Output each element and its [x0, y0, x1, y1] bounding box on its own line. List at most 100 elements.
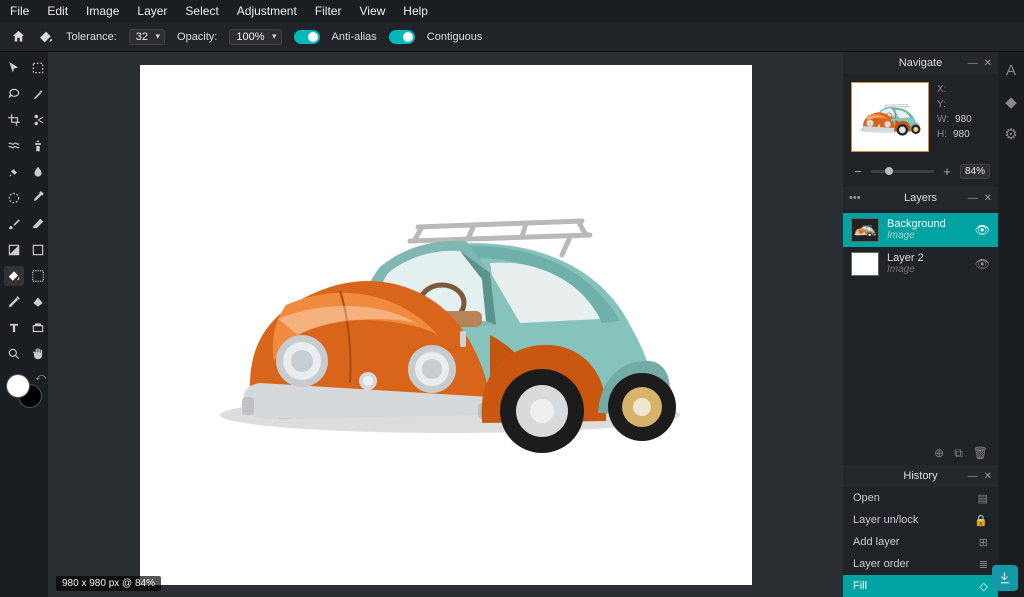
- canvas[interactable]: [140, 65, 752, 585]
- text-tool[interactable]: [4, 318, 24, 338]
- menu-bar: File Edit Image Layer Select Adjustment …: [0, 0, 1024, 22]
- tolerance-input[interactable]: 32: [129, 29, 165, 45]
- menu-select[interactable]: Select: [185, 4, 218, 18]
- adjust-panel-icon[interactable]: ⚙: [1004, 125, 1017, 143]
- hand-alt-tool[interactable]: [28, 318, 48, 338]
- layer-thumbnail: [851, 218, 879, 242]
- fill-tool-icon[interactable]: [38, 29, 54, 45]
- download-button[interactable]: [992, 565, 1018, 591]
- navigate-title: Navigate: [899, 57, 942, 69]
- zoom-in-button[interactable]: +: [940, 165, 954, 179]
- navigate-thumbnail[interactable]: [851, 82, 929, 152]
- menu-filter[interactable]: Filter: [315, 4, 342, 18]
- blur-tool[interactable]: [28, 162, 48, 182]
- wand-tool[interactable]: [28, 84, 48, 104]
- zoom-value[interactable]: 84%: [960, 164, 990, 179]
- liquify-tool[interactable]: [4, 136, 24, 156]
- history-item[interactable]: Add layer⊞: [843, 531, 998, 553]
- layer-row[interactable]: BackgroundImage 👁: [843, 213, 998, 247]
- layer-thumbnail: [851, 252, 879, 276]
- pen-tool[interactable]: [4, 292, 24, 312]
- canvas-area[interactable]: 980 x 980 px @ 84%: [48, 52, 843, 597]
- layer-type: Image: [887, 230, 967, 242]
- foreground-swatch[interactable]: [6, 374, 30, 398]
- lasso-tool[interactable]: [4, 84, 24, 104]
- history-header[interactable]: History — ✕: [843, 465, 998, 487]
- pan-tool[interactable]: [28, 344, 48, 364]
- cutout-tool[interactable]: [28, 110, 48, 130]
- gradient-tool[interactable]: [4, 240, 24, 260]
- history-title: History: [903, 470, 937, 482]
- contiguous-label: Contiguous: [427, 31, 483, 43]
- menu-file[interactable]: File: [10, 4, 29, 18]
- layers-title: Layers: [904, 192, 937, 204]
- draw-tool[interactable]: [28, 266, 48, 286]
- history-item[interactable]: Layer un/lock🔒: [843, 509, 998, 531]
- close-icon[interactable]: ✕: [984, 58, 992, 69]
- add-layer-icon[interactable]: ⊕: [934, 446, 944, 460]
- layers-panel-icon[interactable]: ◆: [1005, 93, 1017, 111]
- menu-layer[interactable]: Layer: [137, 4, 167, 18]
- menu-adjustment[interactable]: Adjustment: [237, 4, 297, 18]
- move-tool[interactable]: [4, 58, 24, 78]
- minimize-icon[interactable]: —: [968, 58, 978, 69]
- visibility-icon[interactable]: 👁: [975, 257, 990, 271]
- history-panel: Open▤ Layer un/lock🔒 Add layer⊞ Layer or…: [843, 487, 998, 597]
- brush-tool[interactable]: [4, 214, 24, 234]
- visibility-icon[interactable]: 👁: [975, 223, 990, 237]
- zoom-controls: − + 84%: [843, 160, 998, 187]
- antialias-toggle[interactable]: [294, 30, 320, 44]
- history-item[interactable]: Open▤: [843, 487, 998, 509]
- close-icon[interactable]: ✕: [984, 193, 992, 204]
- menu-view[interactable]: View: [359, 4, 385, 18]
- color-replace-tool[interactable]: [4, 188, 24, 208]
- clone-tool[interactable]: [28, 136, 48, 156]
- page-icon: ▤: [978, 492, 988, 505]
- plus-square-icon: ⊞: [979, 536, 988, 549]
- contiguous-toggle[interactable]: [389, 30, 415, 44]
- eyedropper-tool[interactable]: [28, 188, 48, 208]
- navigate-dimensions: X: Y: W:980 H:980: [937, 82, 972, 152]
- right-panels: Navigate — ✕ X: Y: W:980 H:980 − + 84%: [843, 52, 998, 597]
- history-item[interactable]: Fill◇: [843, 575, 998, 597]
- zoom-slider[interactable]: [871, 170, 934, 173]
- layers-panel: BackgroundImage 👁 Layer 2Image 👁: [843, 209, 998, 285]
- lock-icon: 🔒: [974, 514, 988, 527]
- text-panel-icon[interactable]: A: [1006, 62, 1016, 79]
- menu-edit[interactable]: Edit: [47, 4, 68, 18]
- history-item[interactable]: Layer order≣: [843, 553, 998, 575]
- zoom-tool[interactable]: [4, 344, 24, 364]
- layers-menu-icon[interactable]: •••: [849, 192, 861, 204]
- minimize-icon[interactable]: —: [968, 471, 978, 482]
- eraser-tool[interactable]: [28, 214, 48, 234]
- menu-image[interactable]: Image: [86, 4, 119, 18]
- right-tab-strip: A ◆ ⚙: [998, 52, 1024, 597]
- delete-layer-icon[interactable]: 🗑: [973, 446, 988, 460]
- marquee-tool[interactable]: [28, 58, 48, 78]
- layer-row[interactable]: Layer 2Image 👁: [843, 247, 998, 281]
- stack-icon: ≣: [979, 558, 988, 571]
- navigate-header[interactable]: Navigate — ✕: [843, 52, 998, 74]
- antialias-label: Anti-alias: [332, 31, 377, 43]
- color-swatches[interactable]: ⤺: [4, 374, 48, 408]
- canvas-status: 980 x 980 px @ 84%: [56, 576, 161, 591]
- layers-header[interactable]: ••• Layers — ✕: [843, 187, 998, 209]
- layers-footer: ⊕ ⧉ 🗑: [843, 441, 998, 465]
- navigate-panel: X: Y: W:980 H:980: [843, 74, 998, 160]
- bucket-icon: ◇: [980, 580, 988, 593]
- minimize-icon[interactable]: —: [968, 193, 978, 204]
- duplicate-layer-icon[interactable]: ⧉: [954, 446, 963, 461]
- sponge-tool[interactable]: [28, 292, 48, 312]
- opacity-input[interactable]: 100%: [229, 29, 281, 45]
- close-icon[interactable]: ✕: [984, 471, 992, 482]
- shape-tool[interactable]: [28, 240, 48, 260]
- menu-help[interactable]: Help: [403, 4, 428, 18]
- zoom-out-button[interactable]: −: [851, 165, 865, 179]
- fill-tool[interactable]: [4, 266, 24, 286]
- options-bar: Tolerance: 32 Opacity: 100% Anti-alias C…: [0, 22, 1024, 52]
- layer-name: Layer 2: [887, 252, 967, 264]
- swap-colors-icon[interactable]: ⤺: [35, 372, 46, 383]
- home-icon[interactable]: [10, 29, 26, 45]
- crop-tool[interactable]: [4, 110, 24, 130]
- heal-tool[interactable]: [4, 162, 24, 182]
